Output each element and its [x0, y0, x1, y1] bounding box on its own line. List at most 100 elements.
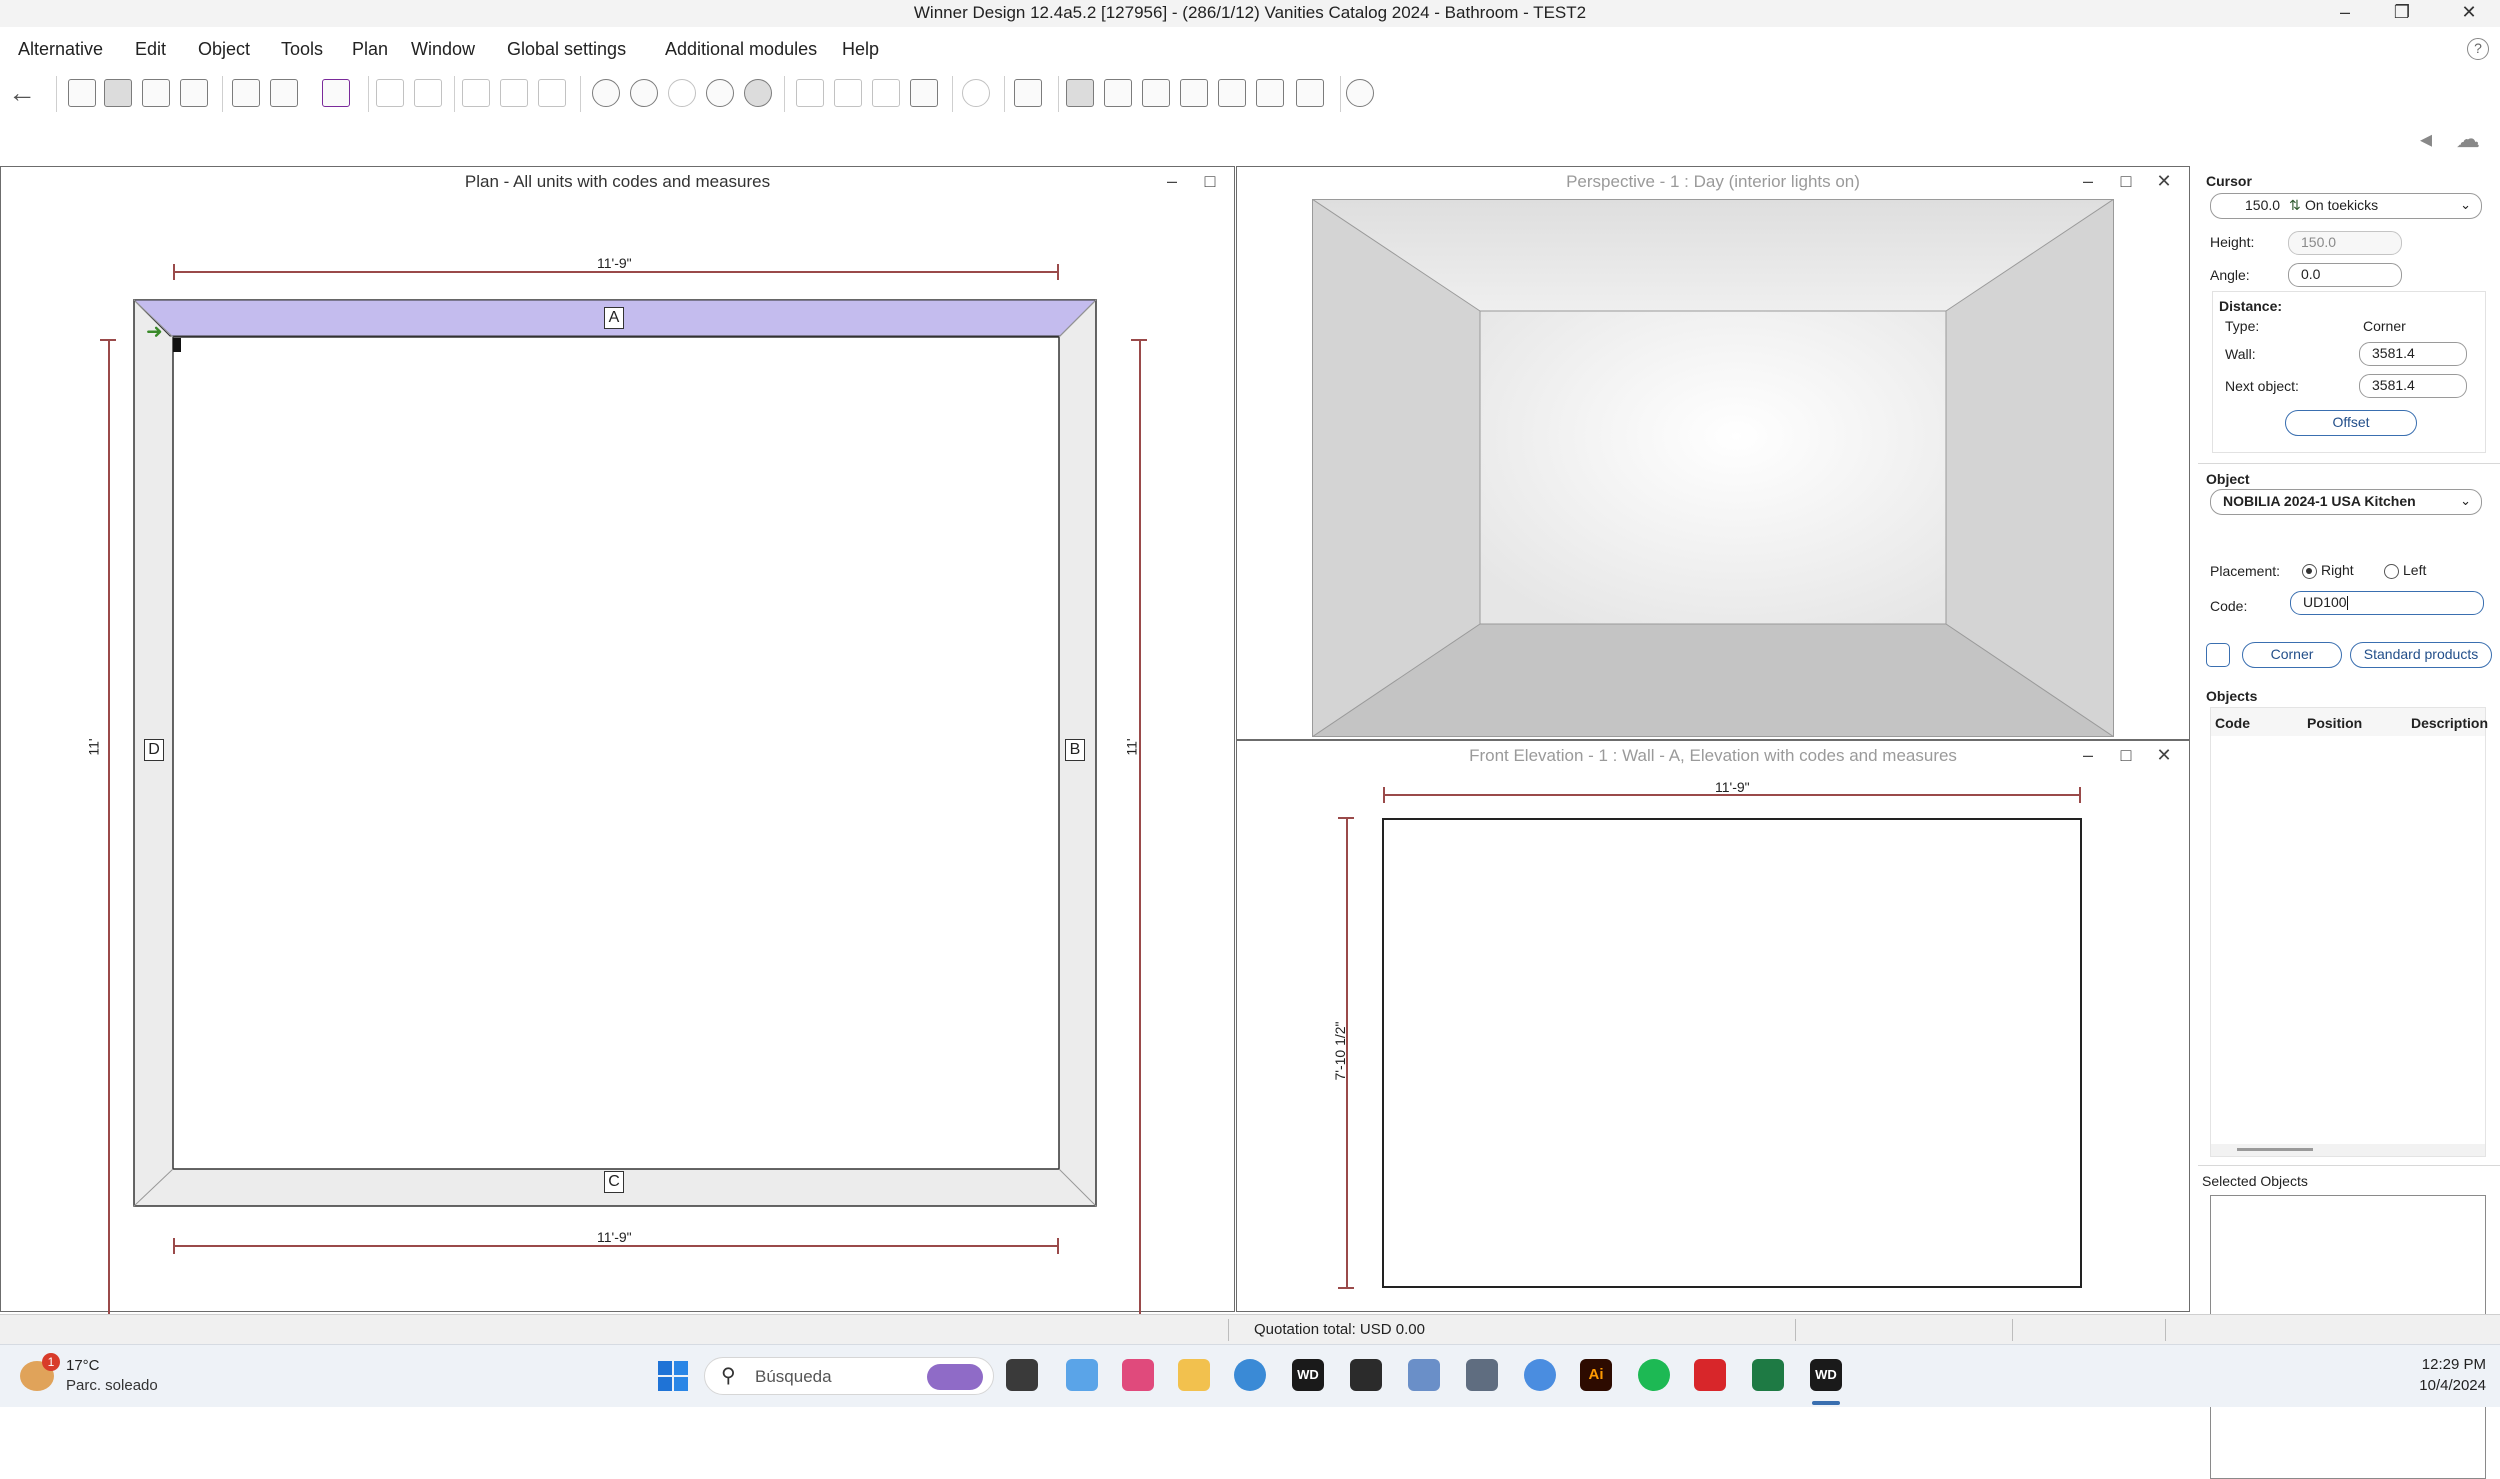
winner-design-active-icon[interactable]: WD [1810, 1359, 1842, 1391]
snap-tool-icon[interactable] [1256, 79, 1284, 107]
slack-icon[interactable] [1122, 1359, 1154, 1391]
menu-edit[interactable]: Edit [135, 30, 166, 68]
perspective-minimize-button[interactable]: – [2075, 169, 2101, 195]
help-icon[interactable]: ? [2467, 38, 2489, 60]
zoom-all-icon[interactable] [744, 79, 772, 107]
cut-icon[interactable] [462, 79, 490, 107]
undo-icon[interactable] [376, 79, 404, 107]
catalog-browser-icon[interactable] [2206, 643, 2230, 667]
objects-col-code[interactable]: Code [2215, 715, 2250, 731]
excel-icon[interactable] [1752, 1359, 1784, 1391]
back-arrow-icon[interactable]: ← [8, 79, 38, 108]
file-explorer-icon[interactable] [1178, 1359, 1210, 1391]
select-pointer-icon[interactable] [1066, 79, 1094, 107]
menu-plan[interactable]: Plan [352, 30, 388, 68]
plan-minimize-button[interactable]: – [1159, 169, 1185, 195]
menu-alternative[interactable]: Alternative [18, 30, 103, 68]
section-view-icon[interactable] [180, 79, 208, 107]
calculator-app-icon[interactable] [1466, 1359, 1498, 1391]
menu-help[interactable]: Help [842, 30, 879, 68]
placement-right-radio[interactable] [2302, 564, 2317, 579]
chrome-icon[interactable] [1234, 1359, 1266, 1391]
wall-distance-field[interactable]: 3581.4 [2359, 342, 2467, 366]
spotify-icon[interactable] [1638, 1359, 1670, 1391]
figma-icon[interactable] [1350, 1359, 1382, 1391]
next-object-field[interactable]: 3581.4 [2359, 374, 2467, 398]
grid-icon[interactable] [1218, 79, 1246, 107]
menu-global-settings[interactable]: Global settings [507, 30, 626, 68]
zoom-fit-icon[interactable] [706, 79, 734, 107]
corner-button[interactable]: Corner [2242, 642, 2342, 668]
cloud-icon[interactable]: ☁ [2456, 128, 2490, 154]
save-icon[interactable] [232, 79, 260, 107]
start-button[interactable] [658, 1361, 688, 1391]
text-tool-icon[interactable] [872, 79, 900, 107]
align-tool-icon[interactable] [1296, 79, 1324, 107]
print-icon[interactable] [270, 79, 298, 107]
placement-left-radio[interactable] [2384, 564, 2399, 579]
render-360-icon[interactable] [322, 79, 350, 107]
annotation-icon[interactable] [796, 79, 824, 107]
acrobat-icon[interactable] [1694, 1359, 1726, 1391]
objects-col-description[interactable]: Description [2411, 715, 2488, 731]
snipping-tool-icon[interactable] [1408, 1359, 1440, 1391]
weather-desc: Parc. soleado [66, 1377, 158, 1394]
camera-icon[interactable] [1346, 79, 1374, 107]
perspective-close-button[interactable]: ✕ [2151, 169, 2177, 195]
comment-icon[interactable] [834, 79, 862, 107]
corner-tool-icon[interactable] [1142, 79, 1170, 107]
elevation-close-button[interactable]: ✕ [2151, 743, 2177, 769]
plan-maximize-button[interactable]: □ [1197, 169, 1223, 195]
elevation-minimize-button[interactable]: – [2075, 743, 2101, 769]
menu-window[interactable]: Window [411, 30, 475, 68]
offset-button[interactable]: Offset [2285, 410, 2417, 436]
zoom-out-icon[interactable] [630, 79, 658, 107]
objects-col-position[interactable]: Position [2307, 715, 2362, 731]
megaphone-icon[interactable]: ◂ [2420, 128, 2454, 154]
objects-table[interactable]: Code Position Description [2210, 707, 2488, 1157]
code-input[interactable]: UD100 [2290, 591, 2484, 615]
refresh-icon[interactable] [962, 79, 990, 107]
redo-icon[interactable] [414, 79, 442, 107]
elevation-maximize-button[interactable]: □ [2113, 743, 2139, 769]
clock-date[interactable]: 10/4/2024 [2398, 1377, 2486, 1394]
copy-icon[interactable] [500, 79, 528, 107]
wall-b-label[interactable]: B [1065, 739, 1085, 761]
layout-view-icon[interactable] [104, 79, 132, 107]
minimize-button[interactable]: – [2322, 0, 2368, 27]
catalog-select[interactable]: NOBILIA 2024-1 USA Kitchen ⌄ [2210, 489, 2482, 515]
new-plan-icon[interactable] [68, 79, 96, 107]
close-button[interactable]: ✕ [2446, 0, 2492, 27]
menu-object[interactable]: Object [198, 30, 250, 68]
calculator-icon[interactable] [1014, 79, 1042, 107]
task-view-icon[interactable] [1006, 1359, 1038, 1391]
zoom-in-icon[interactable] [592, 79, 620, 107]
paste-icon[interactable] [538, 79, 566, 107]
angle-tool-icon[interactable] [1180, 79, 1208, 107]
cursor-mode-select[interactable]: 150.0 ⇅ On toekicks ⌄ [2210, 193, 2482, 219]
wall-tool-icon[interactable] [1104, 79, 1132, 107]
angle-field[interactable]: 0.0 [2288, 263, 2402, 287]
zoom-window-icon[interactable] [668, 79, 696, 107]
height-field[interactable]: 150.0 [2288, 231, 2402, 255]
chrome-profile-icon[interactable] [1524, 1359, 1556, 1391]
measure-tool-icon[interactable] [910, 79, 938, 107]
standard-products-button[interactable]: Standard products [2350, 642, 2492, 668]
wall-a-label[interactable]: A [604, 307, 624, 329]
objects-scroll-thumb[interactable] [2237, 1148, 2313, 1151]
copilot-icon[interactable] [1066, 1359, 1098, 1391]
menu-additional-modules[interactable]: Additional modules [665, 30, 817, 68]
winner-design-icon[interactable]: WD [1292, 1359, 1324, 1391]
clock-time[interactable]: 12:29 PM [2398, 1356, 2486, 1373]
wall-d-label[interactable]: D [144, 739, 164, 761]
wall-c-label[interactable]: C [604, 1171, 624, 1193]
menu-tools[interactable]: Tools [281, 30, 323, 68]
wall-elevation-outline[interactable] [1382, 818, 2082, 1288]
elevation-panel-title: Front Elevation - 1 : Wall - A, Elevatio… [1469, 746, 1957, 765]
perspective-render[interactable] [1312, 199, 2114, 737]
maximize-button[interactable]: ❐ [2379, 0, 2425, 27]
taskbar-search[interactable]: ⚲ Búsqueda [704, 1357, 994, 1395]
illustrator-icon[interactable]: Ai [1580, 1359, 1612, 1391]
perspective-maximize-button[interactable]: □ [2113, 169, 2139, 195]
elevation-view-icon[interactable] [142, 79, 170, 107]
